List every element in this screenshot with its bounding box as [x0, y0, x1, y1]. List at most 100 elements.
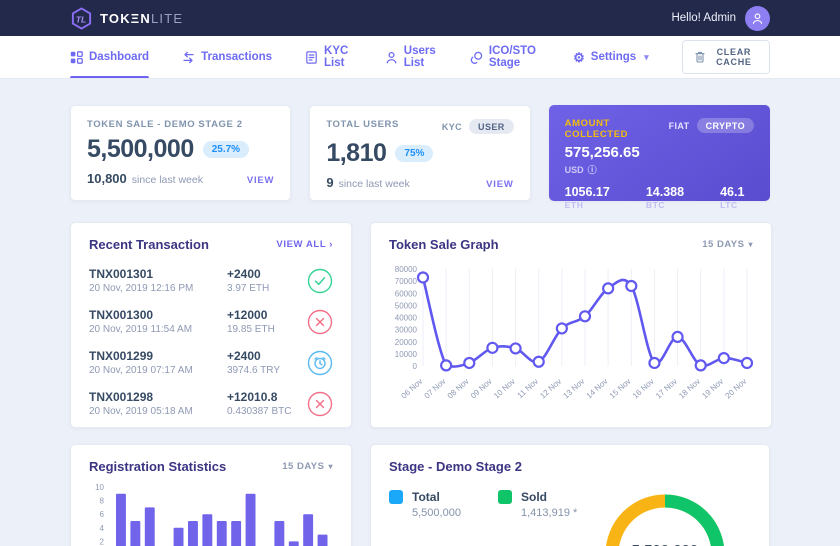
status-approved-icon — [307, 268, 333, 294]
tx-value: 3974.6 TRY — [227, 365, 307, 376]
stage-legend: Total 5,500,000 Sold 1,413,919 * — [389, 490, 597, 546]
tokenlite-logo-icon: TL — [70, 7, 93, 30]
svg-text:0: 0 — [413, 362, 418, 371]
nav-item-users-list[interactable]: Users List — [385, 36, 437, 78]
status-rejected-icon — [307, 309, 333, 335]
token-sale-value: 5,500,000 — [87, 135, 194, 164]
caret-down-icon: ▾ — [644, 52, 649, 63]
total-users-card: TOTAL USERS KYC USER 1,810 75% 9 since l… — [309, 105, 530, 201]
users-list-icon — [385, 51, 398, 64]
nav-item-dashboard[interactable]: Dashboard — [70, 36, 149, 78]
token-sale-card: TOKEN SALE - DEMO STAGE 2 5,500,000 25.7… — [70, 105, 291, 201]
coin-value: 46.1 — [720, 185, 744, 199]
stage-donut-chart: 5,500,000TLE — [597, 486, 737, 546]
svg-text:17 Nov: 17 Nov — [654, 377, 679, 401]
greeting-text: Hello! Admin — [671, 12, 736, 24]
transaction-row[interactable]: TNX001298 20 Nov, 2019 05:18 AM +12010.8… — [71, 383, 351, 424]
tx-id: TNX001299 — [89, 349, 227, 363]
svg-text:80000: 80000 — [395, 265, 418, 274]
nav-item-kyc-list[interactable]: KYC List — [305, 36, 352, 78]
brand[interactable]: TL TOKΞNLITE — [70, 7, 183, 30]
legend-value: 5,500,000 — [412, 507, 488, 519]
token-sale-graph-panel: Token Sale Graph 15 DAYS ▾ 0100002000030… — [370, 222, 772, 428]
tx-date: 20 Nov, 2019 05:18 AM — [89, 406, 227, 417]
dashboard-content: TOKEN SALE - DEMO STAGE 2 5,500,000 25.7… — [0, 79, 840, 546]
amount-collected-value: 575,256.65 — [565, 144, 754, 161]
coin-value: 1056.17 — [565, 185, 610, 199]
legend-swatch-sold — [498, 490, 512, 504]
svg-text:15 Nov: 15 Nov — [608, 377, 633, 401]
crypto-tab[interactable]: CRYPTO — [697, 118, 754, 133]
token-sale-view-link[interactable]: VIEW — [247, 175, 274, 186]
brand-bold: TOKΞN — [100, 11, 151, 26]
tx-date: 20 Nov, 2019 07:17 AM — [89, 365, 227, 376]
token-sale-badge: 25.7% — [203, 141, 249, 158]
nav-label: Settings — [591, 51, 636, 63]
info-icon[interactable]: ⓘ — [588, 163, 597, 176]
nav-item-ico-sto-stage[interactable]: ICO/STO Stage — [470, 36, 540, 78]
coin-label: BTC — [646, 200, 684, 210]
coin-btc: 14.388 BTC — [646, 185, 684, 210]
caret-down-icon: ▾ — [328, 462, 333, 471]
tx-id: TNX001298 — [89, 390, 227, 404]
user-tab[interactable]: USER — [469, 119, 514, 134]
main-nav: Dashboard Transactions KYC List Users Li… — [0, 36, 840, 79]
user-avatar[interactable] — [745, 6, 770, 31]
svg-text:30000: 30000 — [395, 326, 418, 335]
legend-swatch-total — [389, 490, 403, 504]
nav-item-transactions[interactable]: Transactions — [182, 36, 272, 78]
tx-amount: +12000 — [227, 308, 307, 322]
transaction-row[interactable]: TNX001301 20 Nov, 2019 12:16 PM +2400 3.… — [71, 260, 351, 301]
svg-text:8: 8 — [100, 497, 105, 506]
svg-text:2: 2 — [100, 537, 105, 546]
kyc-list-icon — [305, 51, 318, 64]
amount-collected-title: AMOUNT COLLECTED — [565, 118, 669, 140]
nav-label: KYC List — [324, 45, 352, 69]
recent-transactions-title: Recent Transaction — [89, 237, 209, 252]
tx-id: TNX001301 — [89, 267, 227, 281]
ico-coins-icon — [470, 51, 483, 64]
range-label: 15 DAYS — [702, 239, 744, 250]
settings-gear-icon: ⚙ — [573, 51, 585, 64]
svg-text:18 Nov: 18 Nov — [677, 377, 702, 401]
token-sale-caption: since last week — [132, 174, 203, 186]
registration-title: Registration Statistics — [89, 459, 226, 474]
stage-panel: Stage - Demo Stage 2 Total 5,500,000 — [370, 444, 770, 546]
token-sale-title: TOKEN SALE - DEMO STAGE 2 — [87, 119, 274, 130]
svg-text:40000: 40000 — [395, 314, 418, 323]
transaction-row[interactable]: TNX001300 20 Nov, 2019 11:54 AM +12000 1… — [71, 301, 351, 342]
tx-value: 19.85 ETH — [227, 324, 307, 335]
token-sale-line-chart: 0100002000030000400005000060000700008000… — [371, 260, 771, 423]
view-all-link[interactable]: VIEW ALL › — [276, 239, 333, 250]
fiat-tab[interactable]: FIAT — [669, 121, 690, 131]
nav-label: Transactions — [201, 51, 272, 63]
view-all-label: VIEW ALL — [276, 239, 326, 250]
clear-cache-button[interactable]: CLEAR CACHE — [682, 40, 770, 74]
token-sale-graph-range-select[interactable]: 15 DAYS ▾ — [702, 239, 753, 250]
total-users-delta: 9 — [326, 175, 333, 190]
nav-label: ICO/STO Stage — [489, 45, 540, 69]
nav-item-settings[interactable]: ⚙ Settings ▾ — [573, 36, 649, 78]
svg-text:6: 6 — [100, 510, 105, 519]
tx-value: 0.430387 BTC — [227, 406, 307, 417]
chevron-right-icon: › — [329, 239, 333, 250]
total-users-view-link[interactable]: VIEW — [486, 179, 513, 190]
registration-range-select[interactable]: 15 DAYS ▾ — [282, 461, 333, 472]
svg-text:60000: 60000 — [395, 289, 418, 298]
kyc-tab[interactable]: KYC — [442, 122, 462, 132]
svg-text:20 Nov: 20 Nov — [723, 377, 748, 401]
coin-eth: 1056.17 ETH — [565, 185, 610, 210]
stage-title: Stage - Demo Stage 2 — [389, 459, 522, 474]
svg-text:TL: TL — [76, 14, 87, 24]
svg-text:08 Nov: 08 Nov — [446, 377, 471, 401]
transaction-row[interactable]: TNX001299 20 Nov, 2019 07:17 AM +2400 39… — [71, 342, 351, 383]
user-icon — [751, 12, 764, 25]
trash-icon — [695, 51, 705, 63]
legend-label: Sold — [521, 490, 547, 504]
amount-currency: USD — [565, 165, 584, 175]
total-users-title: TOTAL USERS — [326, 119, 399, 130]
tx-id: TNX001300 — [89, 308, 227, 322]
caret-down-icon: ▾ — [748, 240, 753, 249]
brand-text: TOKΞNLITE — [100, 11, 183, 26]
svg-text:10 Nov: 10 Nov — [492, 377, 517, 401]
